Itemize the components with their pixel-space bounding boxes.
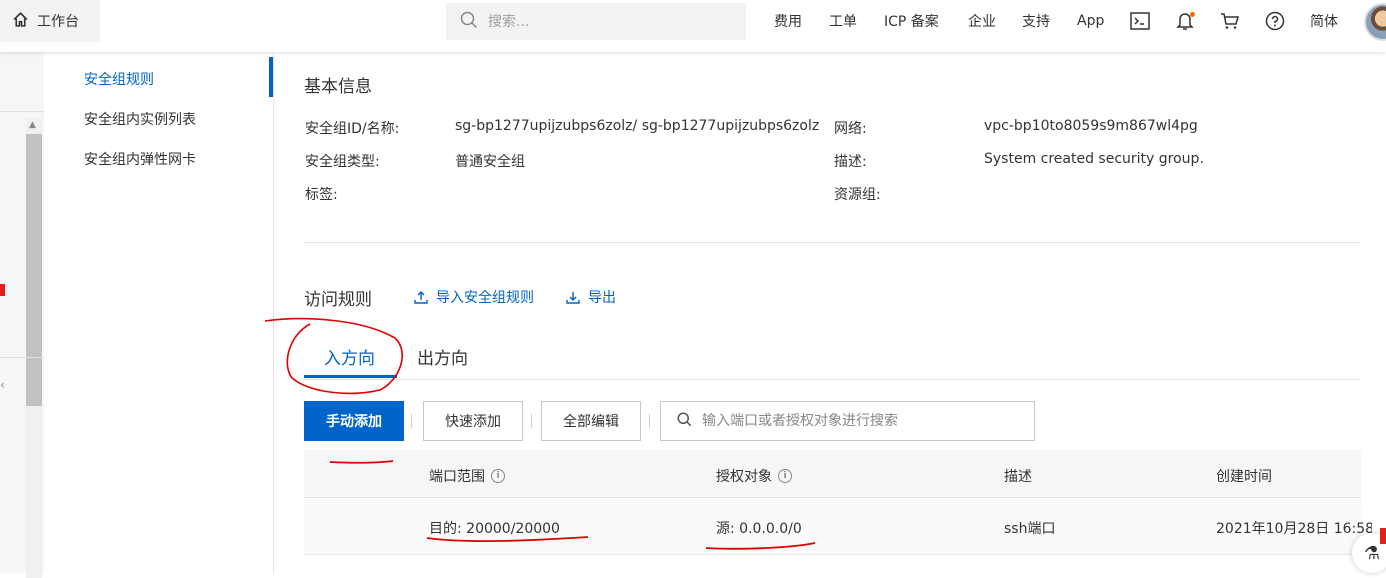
help-icon[interactable] (1262, 8, 1288, 34)
search-icon (677, 412, 692, 431)
terminal-icon[interactable] (1127, 8, 1153, 34)
field-value-network[interactable]: vpc-bp10to8059s9m867wl4pg (984, 118, 1198, 134)
section-divider (304, 242, 1361, 243)
submenu-active-indicator (269, 57, 273, 97)
cell-description: ssh端口 (1004, 521, 1056, 537)
import-rules-label: 导入安全组规则 (436, 290, 534, 306)
nav-icp[interactable]: ICP 备案 (884, 0, 939, 42)
rule-search[interactable] (660, 401, 1035, 441)
edit-all-button[interactable]: 全部编辑 (541, 401, 641, 441)
field-value-description: System created security group. (984, 151, 1204, 167)
active-tab-indicator (304, 375, 397, 378)
field-value-sg-id: sg-bp1277upijzubps6zolz/ sg-bp1277upijzu… (455, 118, 820, 134)
nav-tickets[interactable]: 工单 (829, 0, 857, 42)
right-edge (1372, 52, 1386, 573)
column-header-port-label: 端口范围 (429, 469, 485, 485)
security-group-submenu: 安全组规则 安全组内实例列表 安全组内弹性网卡 (44, 52, 274, 573)
column-header-created: 创建时间 (1216, 469, 1272, 485)
tab-outbound[interactable]: 出方向 (417, 344, 468, 369)
field-label-resource-group: 资源组: (834, 187, 881, 203)
tab-inbound[interactable]: 入方向 (324, 344, 375, 369)
field-value-sg-type: 普通安全组 (455, 154, 525, 170)
export-label: 导出 (588, 290, 616, 306)
separator (531, 414, 532, 428)
scrollbar-thumb[interactable] (26, 134, 42, 406)
table-row[interactable]: 目的: 20000/20000 源: 0.0.0.0/0 ssh端口 2021年… (304, 499, 1374, 555)
nav-fees[interactable]: 费用 (774, 0, 802, 42)
field-label-sg-id: 安全组ID/名称: (305, 121, 400, 137)
field-label-description: 描述: (834, 154, 867, 170)
basic-info-title: 基本信息 (304, 77, 372, 97)
avatar[interactable] (1364, 3, 1386, 41)
export-link[interactable]: 导出 (566, 287, 616, 307)
badge (1380, 528, 1386, 544)
nav-enterprise[interactable]: 企业 (968, 0, 996, 42)
column-header-source-label: 授权对象 (716, 469, 772, 485)
workbench-label: 工作台 (37, 14, 79, 30)
divider (0, 111, 44, 112)
info-icon[interactable]: i (778, 469, 792, 483)
nav-app[interactable]: App (1077, 0, 1104, 42)
column-header-port: 端口范围 i (429, 466, 505, 486)
main-content: 基本信息 安全组ID/名称: sg-bp1277upijzubps6zolz/ … (274, 52, 1386, 573)
upload-icon (414, 291, 428, 304)
column-header-description: 描述 (1004, 469, 1032, 485)
divider (0, 357, 44, 358)
global-search[interactable] (446, 3, 746, 40)
info-icon[interactable]: i (491, 469, 505, 483)
column-header-source: 授权对象 i (716, 466, 792, 486)
table-header: 端口范围 i 授权对象 i 描述 创建时间 (304, 450, 1361, 498)
field-label-tags: 标签: (305, 187, 338, 203)
download-icon (566, 292, 580, 304)
cell-source: 源: 0.0.0.0/0 (716, 521, 802, 537)
quick-add-button[interactable]: 快速添加 (423, 401, 523, 441)
cell-port: 目的: 20000/20000 (429, 521, 560, 537)
search-icon (460, 11, 478, 33)
submenu-item-eni[interactable]: 安全组内弹性网卡 (84, 149, 196, 169)
import-rules-link[interactable]: 导入安全组规则 (414, 287, 534, 307)
nav-support[interactable]: 支持 (1022, 0, 1050, 42)
top-navigation-bar: 工作台 费用 工单 ICP 备案 企业 支持 App 简体 (0, 0, 1386, 52)
access-rules-title: 访问规则 (304, 290, 372, 310)
bell-icon[interactable] (1172, 8, 1198, 34)
scroll-up-icon[interactable]: ▲ (29, 120, 36, 130)
home-icon (12, 11, 29, 32)
separator (649, 414, 650, 428)
manual-add-button[interactable]: 手动添加 (304, 401, 404, 441)
global-search-input[interactable] (488, 13, 718, 30)
submenu-item-instances[interactable]: 安全组内实例列表 (84, 109, 196, 129)
rule-search-input[interactable] (702, 413, 1022, 429)
notification-dot (1190, 12, 1195, 17)
chevron-left-icon[interactable]: ‹ (0, 378, 5, 392)
language-switch[interactable]: 简体 (1310, 0, 1338, 42)
red-marker (0, 284, 5, 296)
submenu-item-rules[interactable]: 安全组规则 (84, 69, 154, 89)
field-label-network: 网络: (834, 121, 867, 137)
cell-created: 2021年10月28日 16:58 (1216, 521, 1375, 537)
separator (411, 414, 412, 428)
left-collapsed-panel: ▲ ‹ (0, 52, 44, 578)
field-label-sg-type: 安全组类型: (305, 154, 380, 170)
cart-icon[interactable] (1217, 8, 1243, 34)
tabs-baseline (304, 379, 1361, 380)
workbench-button[interactable]: 工作台 (0, 0, 100, 42)
